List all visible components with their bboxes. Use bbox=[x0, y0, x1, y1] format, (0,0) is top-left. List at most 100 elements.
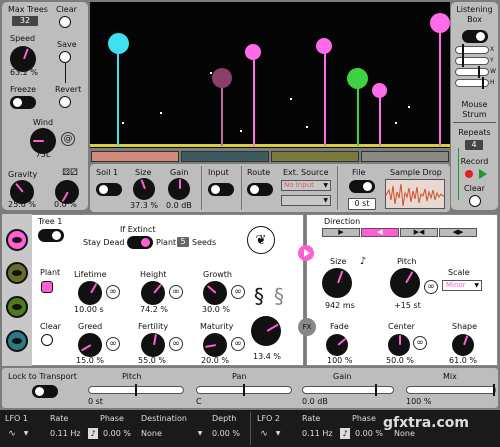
link-icon[interactable]: ∞ bbox=[424, 280, 438, 294]
grain-size-dial[interactable] bbox=[322, 268, 352, 298]
max-trees-number[interactable]: 32 bbox=[12, 16, 38, 26]
center-dial[interactable] bbox=[388, 334, 410, 356]
maturity-dial[interactable] bbox=[203, 333, 227, 357]
listening-y-slider[interactable] bbox=[455, 55, 489, 67]
chevron-down-icon[interactable]: ▼ bbox=[22, 429, 30, 439]
mix-slider[interactable] bbox=[406, 384, 496, 396]
fertility-dial[interactable] bbox=[141, 333, 165, 357]
file-toggle[interactable] bbox=[349, 180, 375, 193]
listening-box-toggle[interactable] bbox=[462, 30, 488, 43]
seed-teal-button[interactable] bbox=[6, 330, 28, 352]
tree-orb[interactable] bbox=[372, 83, 387, 98]
plant-side-button[interactable] bbox=[41, 281, 53, 293]
sine-wave-icon[interactable]: ∿ bbox=[257, 429, 271, 439]
plant-seeds-number[interactable]: 5 bbox=[177, 237, 189, 247]
gain-dial[interactable] bbox=[168, 178, 190, 200]
record-dot-icon[interactable] bbox=[465, 170, 473, 178]
dna-mutation-icon[interactable]: § bbox=[274, 286, 284, 306]
clear-strum-button[interactable] bbox=[469, 195, 481, 207]
greed-label: Greed bbox=[78, 322, 103, 331]
dice-icon[interactable]: ⚄⚂ bbox=[60, 168, 80, 178]
link-icon[interactable]: ∞ bbox=[169, 337, 183, 351]
soil-bar-1[interactable] bbox=[91, 151, 179, 162]
sample-drop-zone[interactable] bbox=[385, 179, 445, 209]
fade-dial[interactable] bbox=[326, 334, 348, 356]
seed-pink-button[interactable] bbox=[6, 229, 28, 251]
link-icon[interactable]: ∞ bbox=[231, 285, 245, 299]
route-toggle[interactable] bbox=[247, 183, 273, 196]
fx-button[interactable]: FX bbox=[298, 318, 316, 336]
link-icon[interactable]: ∞ bbox=[413, 336, 427, 350]
mutation-dial[interactable] bbox=[251, 316, 281, 346]
direction-reverse-button[interactable]: ◀ bbox=[361, 228, 399, 237]
lfo1-rate-value[interactable]: 0.11 Hz bbox=[50, 429, 81, 439]
music-note-icon[interactable]: ♪ bbox=[358, 256, 368, 268]
tree-orb[interactable] bbox=[108, 33, 129, 54]
direction-random-button[interactable]: ◀▶ bbox=[439, 228, 477, 237]
extinct-toggle[interactable] bbox=[127, 236, 153, 249]
seedling-icon[interactable]: ❦ bbox=[247, 226, 275, 254]
listening-h-slider[interactable] bbox=[455, 77, 489, 89]
lifetime-dial[interactable] bbox=[78, 281, 102, 305]
input-toggle[interactable] bbox=[208, 183, 234, 196]
note-sync-icon[interactable]: ♪ bbox=[88, 428, 98, 439]
direction-play-button[interactable] bbox=[298, 245, 314, 261]
link-icon[interactable]: ∞ bbox=[231, 337, 245, 351]
link-icon[interactable]: ∞ bbox=[106, 285, 120, 299]
repeats-number[interactable]: 4 bbox=[465, 140, 483, 150]
chevron-down-icon[interactable]: ▼ bbox=[196, 429, 204, 439]
note-sync-icon[interactable]: ♪ bbox=[340, 428, 350, 439]
freeze-toggle[interactable] bbox=[10, 96, 36, 109]
tree-orb[interactable] bbox=[212, 68, 232, 88]
seed-green-button[interactable] bbox=[6, 296, 28, 318]
size-dial[interactable] bbox=[133, 178, 155, 200]
lfo1-destination-value[interactable]: None bbox=[141, 429, 162, 439]
link-icon[interactable]: ∞ bbox=[106, 337, 120, 351]
save-button[interactable] bbox=[59, 51, 71, 63]
height-dial[interactable] bbox=[141, 281, 165, 305]
file-transpose[interactable]: 0 st bbox=[348, 198, 376, 210]
clear-button[interactable] bbox=[59, 16, 71, 28]
soil-bar-4[interactable] bbox=[361, 151, 449, 162]
lfo2-phase-value[interactable]: 0.00 % bbox=[355, 429, 383, 439]
shape-dial[interactable] bbox=[452, 334, 474, 356]
soil-bar-3[interactable] bbox=[271, 151, 359, 162]
tree-orb[interactable] bbox=[245, 44, 261, 60]
ext-channel-dropdown[interactable]: ▼ bbox=[281, 195, 331, 206]
chevron-down-icon[interactable]: ▼ bbox=[274, 429, 282, 439]
greed-dial[interactable] bbox=[78, 333, 102, 357]
seed-olive-button[interactable] bbox=[6, 262, 28, 284]
scale-dropdown[interactable]: Minor ▼ bbox=[442, 280, 482, 291]
lfo1-depth-value[interactable]: 0.00 % bbox=[212, 429, 240, 439]
tree-orb[interactable] bbox=[316, 38, 332, 54]
revert-button[interactable] bbox=[59, 96, 71, 108]
wind-spiral-icon[interactable]: @ bbox=[61, 132, 75, 146]
tree-toggle[interactable] bbox=[38, 229, 64, 242]
clear-side-button[interactable] bbox=[41, 334, 53, 346]
gain-master-slider[interactable] bbox=[302, 384, 394, 396]
play-icon[interactable] bbox=[479, 169, 487, 179]
lock-to-transport-toggle[interactable] bbox=[32, 385, 58, 398]
lifetime-value: 10.00 s bbox=[74, 305, 104, 314]
grain-size-value: 942 ms bbox=[325, 301, 355, 310]
direction-forward-button[interactable]: ▶ bbox=[322, 228, 360, 237]
pitch-dial[interactable] bbox=[390, 268, 420, 298]
sine-wave-icon[interactable]: ∿ bbox=[5, 429, 19, 439]
listening-w-slider[interactable] bbox=[455, 66, 489, 78]
soil-toggle[interactable] bbox=[96, 183, 122, 196]
tree-orb[interactable] bbox=[347, 68, 368, 89]
pitch-master-slider[interactable] bbox=[88, 384, 184, 396]
forest-canvas[interactable] bbox=[90, 2, 450, 148]
link-icon[interactable]: ∞ bbox=[169, 285, 183, 299]
tree-stem bbox=[379, 94, 381, 146]
growth-dial[interactable] bbox=[203, 281, 227, 305]
tree-orb[interactable] bbox=[430, 13, 450, 33]
lfo1-phase-value[interactable]: 0.00 % bbox=[103, 429, 131, 439]
lfo2-rate-value[interactable]: 0.11 Hz bbox=[302, 429, 333, 439]
dna-icon[interactable]: § bbox=[254, 286, 264, 306]
pan-slider[interactable] bbox=[196, 384, 292, 396]
ext-source-dropdown[interactable]: No Input ▼ bbox=[281, 180, 331, 191]
soil-bar-2[interactable] bbox=[181, 151, 269, 162]
direction-pingpong-button[interactable]: ▶◀ bbox=[400, 228, 438, 237]
listening-x-slider[interactable] bbox=[455, 44, 489, 56]
